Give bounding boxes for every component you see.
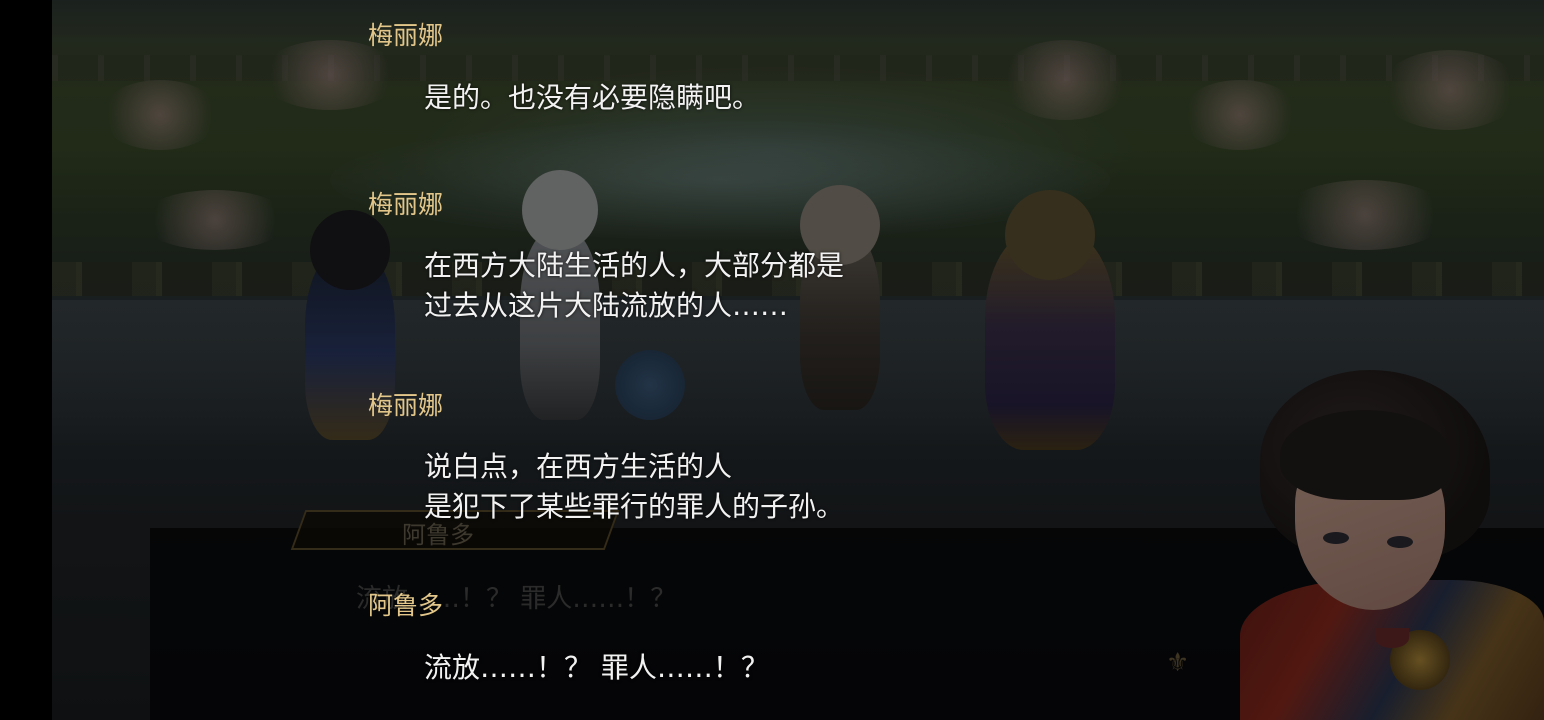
- game-screen: 阿鲁多 流放……！？ 罪人……！？ ⚜ 梅丽娜 是的。也没有必要隐瞒吧。 梅丽娜…: [0, 0, 1544, 720]
- left-black-bar: [0, 0, 52, 720]
- backlog-speaker: 梅丽娜: [368, 190, 444, 219]
- backlog-line: 在西方大陆生活的人，大部分都是: [424, 249, 845, 282]
- backlog-line: 说白点，在西方生活的人: [424, 450, 733, 483]
- backlog-line: 流放……！？ 罪人……！？: [424, 651, 769, 684]
- backlog-line: 过去从这片大陆流放的人……: [424, 289, 789, 322]
- backlog-line: 是犯下了某些罪行的罪人的子孙。: [424, 490, 845, 523]
- backlog-overlay[interactable]: [52, 0, 1544, 720]
- backlog-line: 是的。也没有必要隐瞒吧。: [424, 81, 761, 114]
- backlog-speaker: 梅丽娜: [368, 21, 444, 50]
- backlog-speaker: 阿鲁多: [368, 591, 444, 620]
- backlog-speaker: 梅丽娜: [368, 391, 444, 420]
